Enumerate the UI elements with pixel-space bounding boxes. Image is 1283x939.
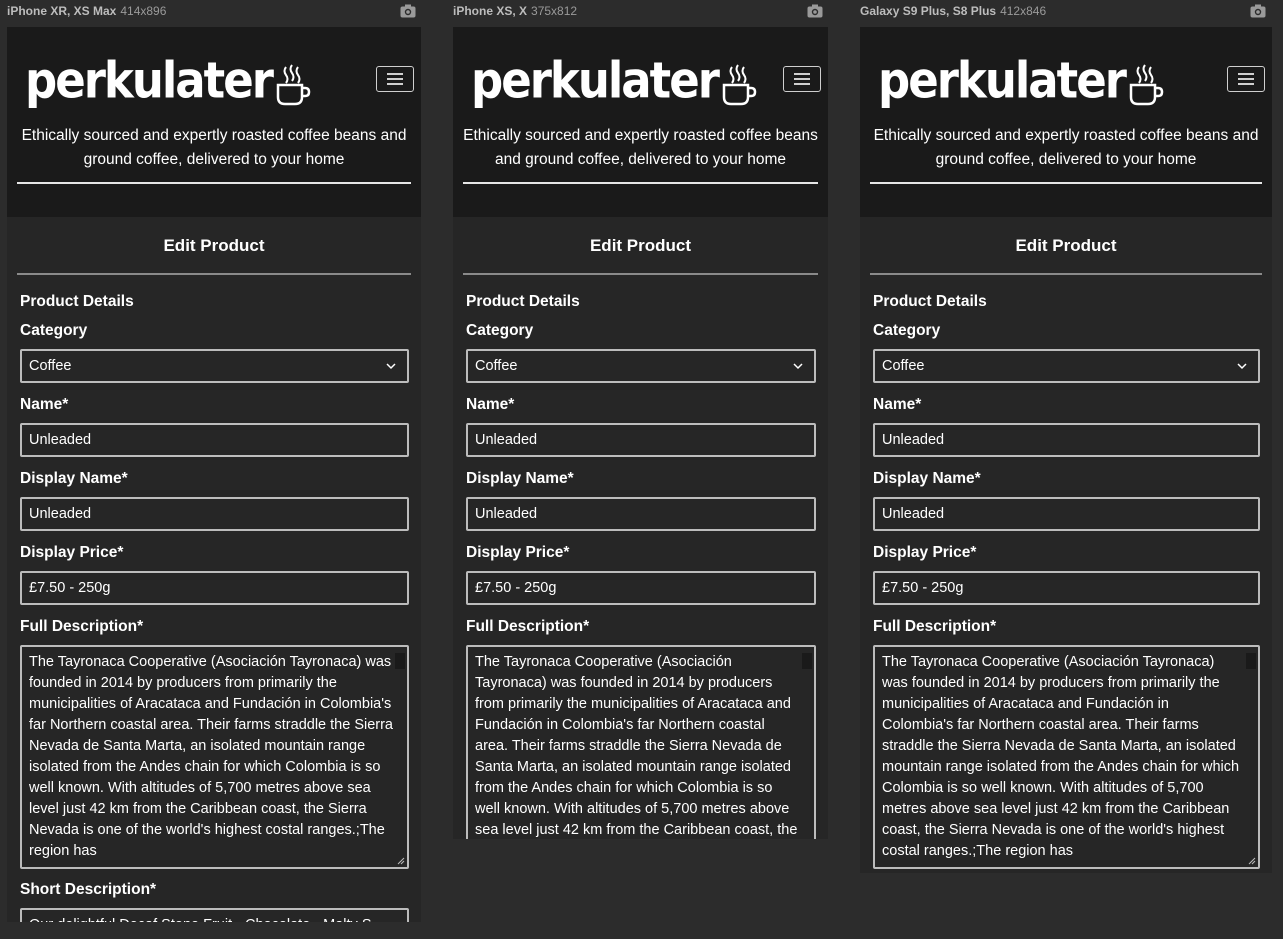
category-select[interactable]: Coffee — [873, 349, 1260, 383]
display-name-label: Display Name* — [466, 470, 574, 487]
logo-text: perkulater — [878, 51, 1127, 110]
full-description-label: Full Description* — [873, 618, 997, 635]
tagline: Ethically sourced and expertly roasted c… — [873, 127, 1259, 168]
device-dims: 414x896 — [120, 4, 167, 18]
scrollbar-thumb[interactable] — [395, 653, 405, 669]
scrollbar-thumb[interactable] — [1246, 653, 1256, 669]
display-name-input[interactable]: Unleaded — [20, 497, 409, 531]
divider — [870, 182, 1262, 184]
category-select[interactable]: Coffee — [20, 349, 409, 383]
display-price-input[interactable]: £7.50 - 250g — [873, 571, 1260, 605]
name-label: Name* — [20, 396, 69, 413]
full-description-text: The Tayronaca Cooperative (Asociación Ta… — [882, 654, 1240, 859]
logo-text: perkulater — [471, 51, 720, 110]
coffee-cup-icon — [1129, 64, 1164, 106]
device-label: iPhone XS, X 375x812 — [453, 4, 577, 20]
display-price-label: Display Price* — [20, 544, 124, 561]
category-value: Coffee — [29, 358, 72, 374]
category-label: Category — [466, 322, 534, 339]
divider — [17, 273, 411, 275]
divider — [463, 273, 818, 275]
display-price-label: Display Price* — [466, 544, 570, 561]
full-description-textarea[interactable]: The Tayronaca Cooperative (Asociación Ta… — [873, 645, 1260, 869]
display-price-label: Display Price* — [873, 544, 977, 561]
tagline: Ethically sourced and expertly roasted c… — [463, 127, 818, 168]
name-input[interactable]: Unleaded — [873, 423, 1260, 457]
chevron-down-icon — [793, 363, 803, 370]
divider — [463, 182, 818, 184]
device-viewport: perkulater Ethically sourced and expertl… — [453, 27, 828, 839]
device-name: iPhone XS, X — [453, 4, 528, 18]
device-viewport: perkulater Ethically sourced and expertl… — [860, 27, 1272, 873]
section-heading: Product Details — [873, 293, 987, 310]
full-description-label: Full Description* — [20, 618, 144, 635]
device-dims: 412x846 — [1000, 4, 1047, 18]
device-label: Galaxy S9 Plus, S8 Plus 412x846 — [860, 4, 1046, 20]
device-name: Galaxy S9 Plus, S8 Plus — [860, 4, 997, 18]
menu-toggle-button[interactable] — [376, 66, 414, 92]
menu-toggle-button[interactable] — [1227, 66, 1265, 92]
divider — [870, 273, 1262, 275]
camera-icon[interactable] — [400, 4, 416, 18]
category-label: Category — [20, 322, 88, 339]
divider — [17, 182, 411, 184]
resize-handle-icon[interactable] — [1248, 857, 1256, 865]
page-title: Edit Product — [163, 236, 265, 255]
site-logo[interactable]: perkulater — [25, 51, 312, 110]
device-preview-1: iPhone XR, XS Max 414x896 perkulater Ethi… — [7, 0, 421, 939]
display-name-input[interactable]: Unleaded — [873, 497, 1260, 531]
camera-icon[interactable] — [807, 4, 823, 18]
device-preview-3: Galaxy S9 Plus, S8 Plus 412x846 perkulate… — [860, 0, 1272, 939]
section-heading: Product Details — [466, 293, 580, 310]
camera-icon[interactable] — [1250, 4, 1266, 18]
display-name-label: Display Name* — [20, 470, 128, 487]
site-logo[interactable]: perkulater — [878, 51, 1165, 110]
name-input[interactable]: Unleaded — [466, 423, 816, 457]
section-heading: Product Details — [20, 293, 134, 310]
resize-handle-icon[interactable] — [397, 857, 405, 865]
category-label: Category — [873, 322, 941, 339]
category-value: Coffee — [475, 358, 518, 374]
site-header: perkulater Ethically sourced and expertl… — [453, 27, 828, 217]
short-description-label: Short Description* — [20, 881, 157, 898]
coffee-cup-icon — [722, 64, 757, 106]
page-title: Edit Product — [589, 236, 692, 255]
logo-text: perkulater — [25, 51, 274, 110]
name-label: Name* — [873, 396, 922, 413]
coffee-cup-icon — [276, 64, 311, 106]
device-label: iPhone XR, XS Max 414x896 — [7, 4, 166, 20]
category-value: Coffee — [882, 358, 925, 374]
full-description-text: The Tayronaca Cooperative (Asociación Ta… — [29, 654, 394, 859]
device-dims: 375x812 — [531, 4, 578, 18]
chevron-down-icon — [386, 363, 396, 370]
display-name-input[interactable]: Unleaded — [466, 497, 816, 531]
full-description-textarea[interactable]: The Tayronaca Cooperative (Asociación Ta… — [20, 645, 409, 869]
display-price-input[interactable]: £7.50 - 250g — [466, 571, 816, 605]
name-input[interactable]: Unleaded — [20, 423, 409, 457]
tagline: Ethically sourced and expertly roasted c… — [21, 127, 407, 168]
device-preview-2: iPhone XS, X 375x812 perkulater Ethically… — [453, 0, 828, 939]
device-viewport: perkulater Ethically sourced and expertl… — [7, 27, 421, 922]
full-description-textarea[interactable]: The Tayronaca Cooperative (Asociación Ta… — [466, 645, 816, 839]
site-header: perkulater Ethically sourced and expertl… — [7, 27, 421, 217]
display-name-label: Display Name* — [873, 470, 981, 487]
scrollbar-thumb[interactable] — [802, 653, 812, 669]
site-header: perkulater Ethically sourced and expertl… — [860, 27, 1272, 217]
page-title: Edit Product — [1015, 236, 1117, 255]
display-price-input[interactable]: £7.50 - 250g — [20, 571, 409, 605]
menu-toggle-button[interactable] — [783, 66, 821, 92]
name-label: Name* — [466, 396, 515, 413]
site-logo[interactable]: perkulater — [471, 51, 758, 110]
short-description-input[interactable]: Our delightful Decaf Stone Fruit - Choco… — [20, 908, 409, 922]
chevron-down-icon — [1237, 363, 1247, 370]
full-description-label: Full Description* — [466, 618, 590, 635]
full-description-text: The Tayronaca Cooperative (Asociación Ta… — [475, 654, 798, 838]
device-name: iPhone XR, XS Max — [7, 4, 117, 18]
category-select[interactable]: Coffee — [466, 349, 816, 383]
